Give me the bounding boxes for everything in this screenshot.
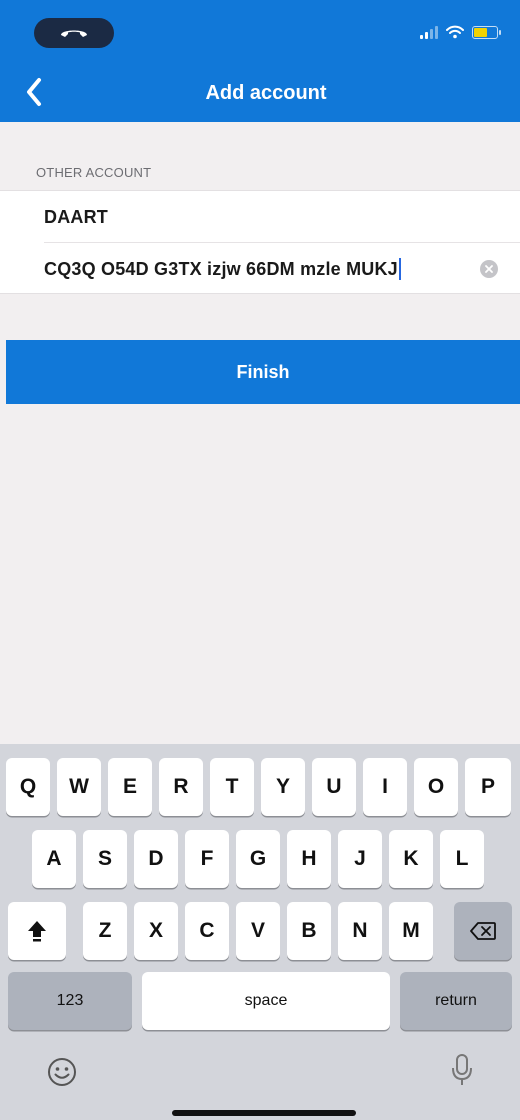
- key-l[interactable]: L: [440, 830, 484, 888]
- text-cursor: [398, 258, 401, 280]
- key-t[interactable]: T: [210, 758, 254, 816]
- backspace-icon: [470, 922, 496, 940]
- key-h[interactable]: H: [287, 830, 331, 888]
- account-name-value: DAART: [44, 206, 108, 227]
- key-f[interactable]: F: [185, 830, 229, 888]
- secret-key-value: CQ3Q O54D G3TX izjw 66DM mzle MUKJ: [44, 258, 398, 279]
- account-name-field[interactable]: DAART: [0, 191, 520, 243]
- key-y[interactable]: Y: [261, 758, 305, 816]
- backspace-key[interactable]: [454, 902, 512, 960]
- wifi-icon: [446, 25, 464, 39]
- app-header: Add account: [0, 0, 520, 122]
- phone-hangup-icon: [61, 30, 87, 37]
- page-title: Add account: [205, 82, 327, 104]
- active-call-indicator[interactable]: [34, 18, 114, 48]
- key-u[interactable]: U: [312, 758, 356, 816]
- key-r[interactable]: R: [159, 758, 203, 816]
- emoji-button[interactable]: [44, 1054, 80, 1090]
- key-n[interactable]: N: [338, 902, 382, 960]
- secret-key-field[interactable]: CQ3Q O54D G3TX izjw 66DM mzle MUKJ: [0, 243, 520, 295]
- key-p[interactable]: P: [465, 758, 511, 816]
- key-x[interactable]: X: [134, 902, 178, 960]
- space-key[interactable]: space: [142, 972, 390, 1030]
- key-i[interactable]: I: [363, 758, 407, 816]
- section-header: OTHER ACCOUNT: [36, 165, 152, 180]
- finish-button[interactable]: Finish: [6, 340, 520, 404]
- key-z[interactable]: Z: [83, 902, 127, 960]
- key-v[interactable]: V: [236, 902, 280, 960]
- key-q[interactable]: Q: [6, 758, 50, 816]
- key-a[interactable]: A: [32, 830, 76, 888]
- key-b[interactable]: B: [287, 902, 331, 960]
- keyboard: Q W E R T Y U I O P A S D F G H J K L Z …: [0, 744, 520, 1120]
- key-o[interactable]: O: [414, 758, 458, 816]
- account-form: DAART CQ3Q O54D G3TX izjw 66DM mzle MUKJ: [0, 190, 520, 294]
- key-e[interactable]: E: [108, 758, 152, 816]
- shift-key[interactable]: [8, 902, 66, 960]
- key-s[interactable]: S: [83, 830, 127, 888]
- key-m[interactable]: M: [389, 902, 433, 960]
- return-key[interactable]: return: [400, 972, 512, 1030]
- shift-icon: [28, 921, 46, 942]
- numbers-key[interactable]: 123: [8, 972, 132, 1030]
- dictation-button[interactable]: [444, 1050, 480, 1090]
- signal-icon: [420, 25, 438, 39]
- home-indicator: [172, 1110, 356, 1116]
- key-w[interactable]: W: [57, 758, 101, 816]
- status-icons: [420, 22, 501, 42]
- key-g[interactable]: G: [236, 830, 280, 888]
- key-k[interactable]: K: [389, 830, 433, 888]
- emoji-icon: [48, 1058, 76, 1086]
- clear-button[interactable]: [480, 260, 498, 278]
- key-c[interactable]: C: [185, 902, 229, 960]
- key-d[interactable]: D: [134, 830, 178, 888]
- key-j[interactable]: J: [338, 830, 382, 888]
- clear-circle-icon: [485, 265, 493, 273]
- battery-icon: [472, 25, 501, 39]
- microphone-icon: [452, 1054, 472, 1085]
